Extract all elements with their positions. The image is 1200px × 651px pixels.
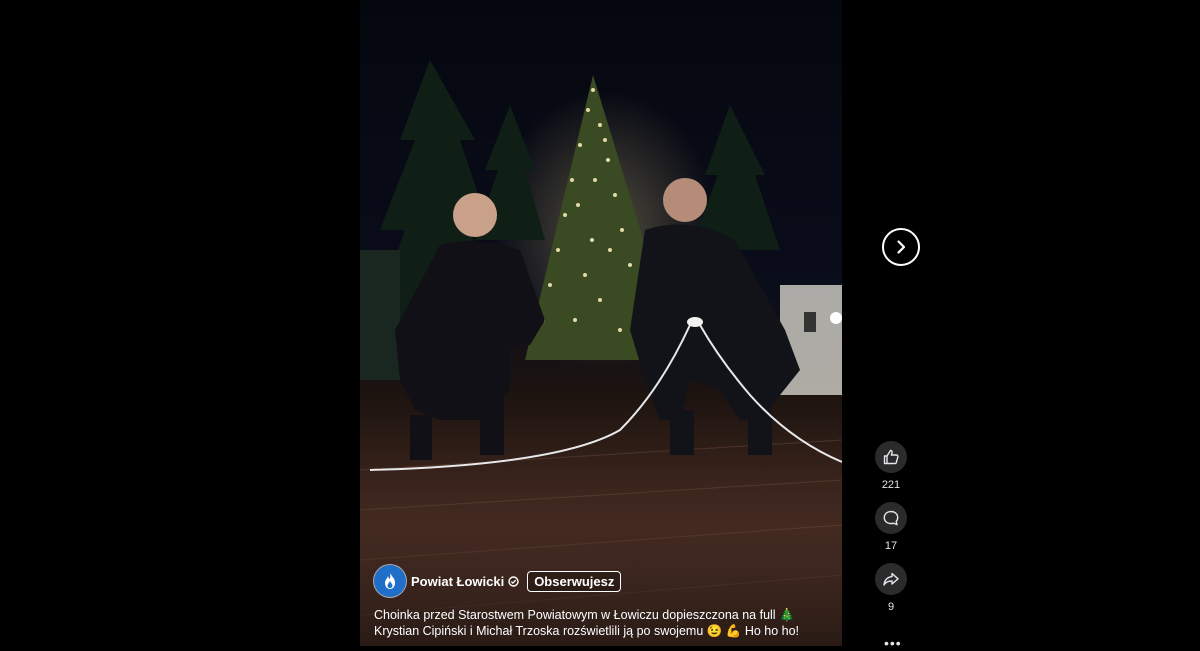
comment-count: 17 [884, 540, 898, 552]
caption-line-1: Choinka przed Starostwem Powiatowym w Ło… [374, 608, 795, 622]
comment-bubble-icon [883, 510, 899, 526]
comment-button[interactable] [875, 502, 907, 534]
post-author-row: Powiat Łowicki Obserwujesz [374, 565, 622, 597]
follow-button[interactable]: Obserwujesz [527, 570, 622, 592]
caption-line-2: Krystian Cipiński i Michał Trzoska rozśw… [374, 624, 800, 638]
share-count: 9 [887, 601, 895, 613]
share-button[interactable] [875, 563, 907, 595]
post-caption: Choinka przed Starostwem Powiatowym w Ło… [374, 607, 834, 639]
comment-action: 17 [875, 502, 907, 552]
more-dots-icon[interactable]: ••• [884, 636, 901, 650]
chevron-right-icon [897, 240, 906, 254]
share-arrow-icon [883, 572, 899, 586]
like-action: 221 [875, 441, 907, 491]
verified-badge-icon [508, 575, 519, 587]
author-avatar[interactable] [374, 565, 406, 597]
author-name[interactable]: Powiat Łowicki [411, 574, 504, 589]
like-button[interactable] [875, 441, 907, 473]
fire-logo-icon [385, 573, 395, 589]
thumbs-up-icon [883, 449, 899, 465]
share-action: 9 [875, 563, 907, 613]
like-count: 221 [881, 479, 901, 491]
reel-video[interactable]: Powiat Łowicki Obserwujesz Choinka przed… [360, 0, 842, 646]
next-video-button[interactable] [882, 228, 920, 266]
